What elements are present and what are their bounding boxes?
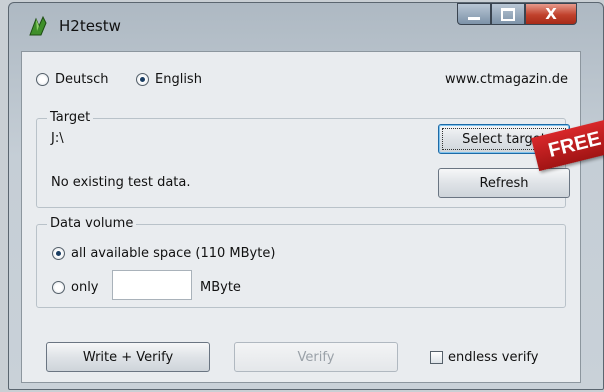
write-verify-label: Write + Verify — [82, 349, 174, 365]
radio-all-space-indicator[interactable] — [52, 247, 65, 260]
app-icon — [29, 15, 47, 36]
radio-deutsch[interactable]: Deutsch — [36, 72, 109, 87]
radio-english-label: English — [155, 72, 202, 87]
target-path: J:\ — [51, 131, 64, 146]
target-group-label: Target — [47, 110, 94, 125]
refresh-label: Refresh — [479, 175, 529, 191]
endless-verify-box[interactable] — [430, 351, 443, 364]
radio-only-indicator[interactable] — [52, 281, 65, 294]
close-icon: X — [545, 5, 557, 23]
only-mbyte-input[interactable] — [112, 270, 192, 300]
close-button[interactable]: X — [525, 3, 577, 25]
write-verify-button[interactable]: Write + Verify — [46, 342, 210, 372]
radio-all-space-label: all available space (110 MByte) — [71, 246, 276, 261]
client-area: Deutsch English www.ctmagazin.de Target … — [21, 51, 581, 383]
target-status: No existing test data. — [51, 175, 191, 190]
refresh-button[interactable]: Refresh — [438, 168, 570, 198]
endless-verify-checkbox[interactable]: endless verify — [430, 350, 538, 365]
radio-english[interactable]: English — [136, 72, 202, 87]
radio-deutsch-indicator[interactable] — [36, 73, 49, 86]
radio-all-space[interactable]: all available space (110 MByte) — [52, 246, 275, 261]
verify-label: Verify — [297, 349, 335, 365]
verify-button[interactable]: Verify — [234, 342, 398, 372]
title-bar[interactable]: H2testw X — [9, 3, 603, 49]
app-window: H2testw X Deutsch English www.ctmagazin.… — [8, 2, 604, 390]
minimize-button[interactable] — [457, 3, 491, 25]
maximize-button[interactable] — [491, 3, 525, 25]
radio-only-label: only — [71, 280, 99, 295]
free-banner-text: FREE — [545, 127, 604, 162]
radio-deutsch-label: Deutsch — [55, 72, 109, 87]
website-link[interactable]: www.ctmagazin.de — [445, 72, 568, 87]
maximize-icon — [501, 7, 515, 21]
data-volume-group-label: Data volume — [47, 216, 137, 231]
mbyte-unit-label: MByte — [200, 280, 241, 295]
endless-verify-label: endless verify — [448, 350, 539, 365]
radio-only[interactable]: only — [52, 280, 99, 295]
radio-english-indicator[interactable] — [136, 73, 149, 86]
minimize-icon — [468, 16, 480, 20]
window-title: H2testw — [59, 17, 121, 35]
